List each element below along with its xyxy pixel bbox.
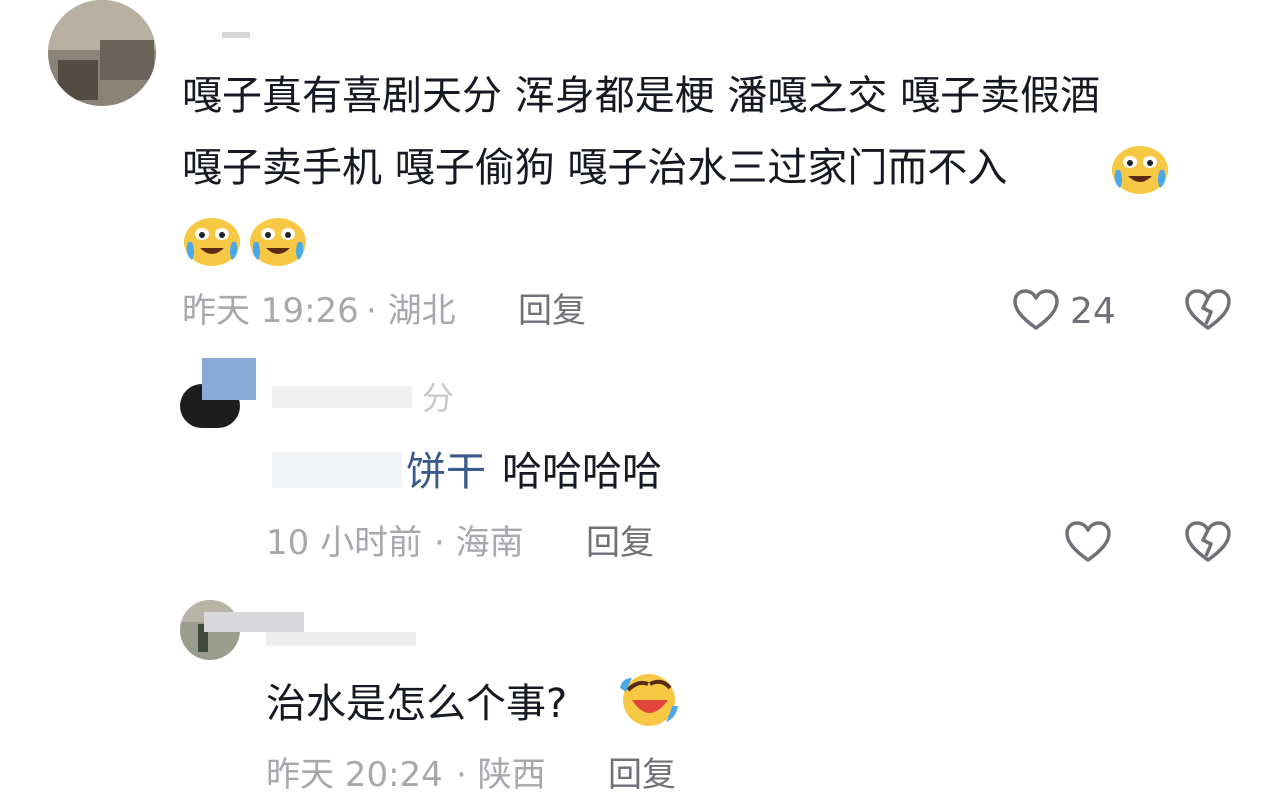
comment-time: 10 小时前 — [266, 523, 423, 563]
reply-button[interactable]: 回复 — [586, 526, 654, 560]
crying-laugh-emoji-icon — [248, 212, 308, 268]
username-redacted[interactable] — [204, 612, 304, 632]
comment-text-line1: 嘎子真有喜剧天分 浑身都是梗 潘嘎之交 嘎子卖假酒 — [182, 73, 1101, 119]
dislike-broken-heart-icon[interactable] — [1184, 520, 1232, 564]
mention-redacted — [272, 452, 402, 488]
comment-location: · 海南 — [434, 523, 524, 563]
rofl-emoji-icon — [618, 670, 680, 730]
avatar[interactable] — [48, 0, 156, 106]
username-redacted[interactable] — [222, 32, 250, 38]
like-count: 24 — [1070, 291, 1116, 332]
crying-laugh-emoji-icon — [182, 212, 242, 268]
reply-button[interactable]: 回复 — [518, 294, 586, 328]
comment-location: · 湖北 — [366, 291, 456, 331]
comment-location: · 陕西 — [456, 755, 546, 795]
username-redacted[interactable] — [272, 386, 412, 408]
comment-text: 治水是怎么个事? — [266, 681, 568, 727]
crying-laugh-emoji-icon — [1110, 140, 1170, 196]
like-heart-icon[interactable] — [1064, 520, 1112, 564]
username-redacted[interactable] — [266, 632, 416, 646]
avatar[interactable] — [180, 358, 256, 428]
reply-button[interactable]: 回复 — [608, 758, 676, 792]
mention-link[interactable]: 饼干 — [406, 452, 486, 492]
comment-text-line2: 嘎子卖手机 嘎子偷狗 嘎子治水三过家门而不入 — [182, 145, 1008, 191]
comment-time: 昨天 19:26 — [182, 291, 359, 331]
username-partial: 分 — [422, 379, 455, 417]
like-heart-icon[interactable] — [1012, 288, 1060, 332]
comment-time: 昨天 20:24 — [266, 755, 443, 795]
dislike-broken-heart-icon[interactable] — [1184, 288, 1232, 332]
comment-text: 哈哈哈哈 — [502, 449, 662, 495]
